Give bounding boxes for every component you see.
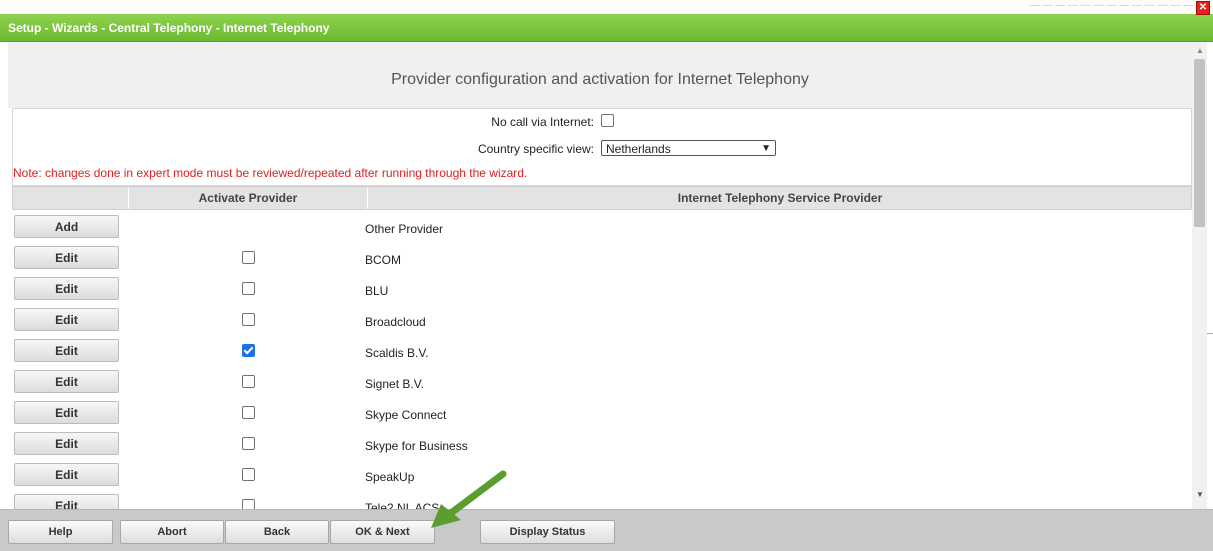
country-select[interactable]: Netherlands ▼ (601, 140, 776, 156)
close-icon[interactable]: ✕ (1196, 1, 1210, 15)
country-select-value: Netherlands (606, 142, 671, 156)
options-panel: No call via Internet: Country specific v… (12, 108, 1192, 186)
vertical-scrollbar[interactable]: ▲ ▼ (1192, 42, 1207, 509)
edit-provider-button[interactable]: Edit (14, 432, 119, 455)
header-activate-provider: Activate Provider (129, 187, 368, 209)
table-row: Edit Skype Connect (12, 396, 1192, 427)
provider-name: Skype Connect (365, 408, 447, 422)
provider-name: Scaldis B.V. (365, 346, 429, 360)
edit-provider-button[interactable]: Edit (14, 401, 119, 424)
chevron-down-icon: ▼ (761, 143, 771, 154)
table-header: Activate Provider Internet Telephony Ser… (12, 186, 1192, 210)
window-titlebar: Setup - Wizards - Central Telephony - In… (0, 14, 1213, 42)
activate-checkbox[interactable] (242, 468, 255, 482)
provider-name: SpeakUp (365, 470, 415, 484)
activate-checkbox[interactable] (242, 375, 255, 389)
provider-name: Skype for Business (365, 439, 468, 453)
help-button[interactable]: Help (8, 520, 113, 544)
provider-name: Other Provider (365, 222, 444, 236)
display-status-button[interactable]: Display Status (480, 520, 615, 544)
scroll-down-icon[interactable]: ▼ (1196, 490, 1204, 499)
table-row: Edit SpeakUp (12, 458, 1192, 489)
back-button[interactable]: Back (225, 520, 329, 544)
provider-name: Tele2 NL ACS (365, 501, 440, 509)
provider-name: Broadcloud (365, 315, 426, 329)
page-title: Provider configuration and activation fo… (8, 42, 1192, 108)
activate-checkbox[interactable] (242, 437, 255, 451)
wizard-content: Provider configuration and activation fo… (8, 42, 1192, 509)
scrollbar-thumb[interactable] (1194, 59, 1205, 227)
edit-provider-button[interactable]: Edit (14, 277, 119, 300)
table-row: Add Other Provider (12, 210, 1192, 241)
activate-checkbox[interactable] (242, 313, 255, 327)
table-row: Edit Scaldis B.V. (12, 334, 1192, 365)
no-call-checkbox[interactable] (601, 114, 614, 128)
abort-button[interactable]: Abort (120, 520, 224, 544)
edit-provider-button[interactable]: Edit (14, 494, 119, 509)
table-row: Edit Tele2 NL ACS (12, 489, 1192, 509)
ok-next-button[interactable]: OK & Next (330, 520, 435, 544)
table-row: Edit Signet B.V. (12, 365, 1192, 396)
header-blank (13, 187, 129, 209)
activate-checkbox[interactable] (242, 344, 255, 358)
expert-mode-note: Note: changes done in expert mode must b… (13, 166, 528, 180)
provider-name: BLU (365, 284, 389, 298)
activate-checkbox[interactable] (242, 499, 255, 509)
activate-checkbox[interactable] (242, 406, 255, 420)
country-label: Country specific view: (477, 142, 594, 156)
no-call-label: No call via Internet: (491, 115, 594, 129)
country-row: Country specific view: Netherlands ▼ (13, 138, 1191, 160)
no-call-row: No call via Internet: (13, 111, 1191, 133)
table-row: Edit Skype for Business (12, 427, 1192, 458)
table-row: Edit BLU (12, 272, 1192, 303)
scroll-up-icon[interactable]: ▲ (1196, 46, 1204, 55)
header-provider: Internet Telephony Service Provider (677, 191, 883, 205)
table-row: Edit Broadcloud (12, 303, 1192, 334)
edit-provider-button[interactable]: Edit (14, 308, 119, 331)
activate-checkbox[interactable] (242, 251, 255, 265)
provider-name: BCOM (365, 253, 401, 267)
provider-name: Signet B.V. (365, 377, 424, 391)
edit-provider-button[interactable]: Edit (14, 339, 119, 362)
wizard-footer: Help Abort Back OK & Next Display Status (0, 509, 1213, 551)
top-strip: — — — — — — — — — — — — — (0, 0, 1213, 14)
edit-provider-button[interactable]: Edit (14, 246, 119, 269)
background-faint-text: — — — — — — — — — — — — — (1029, 0, 1193, 11)
edit-provider-button[interactable]: Edit (14, 370, 119, 393)
activate-checkbox[interactable] (242, 282, 255, 296)
window-resize-edge (1207, 333, 1213, 334)
add-provider-button[interactable]: Add (14, 215, 119, 238)
edit-provider-button[interactable]: Edit (14, 463, 119, 486)
window-title: Setup - Wizards - Central Telephony - In… (8, 21, 330, 35)
table-row: Edit BCOM (12, 241, 1192, 272)
